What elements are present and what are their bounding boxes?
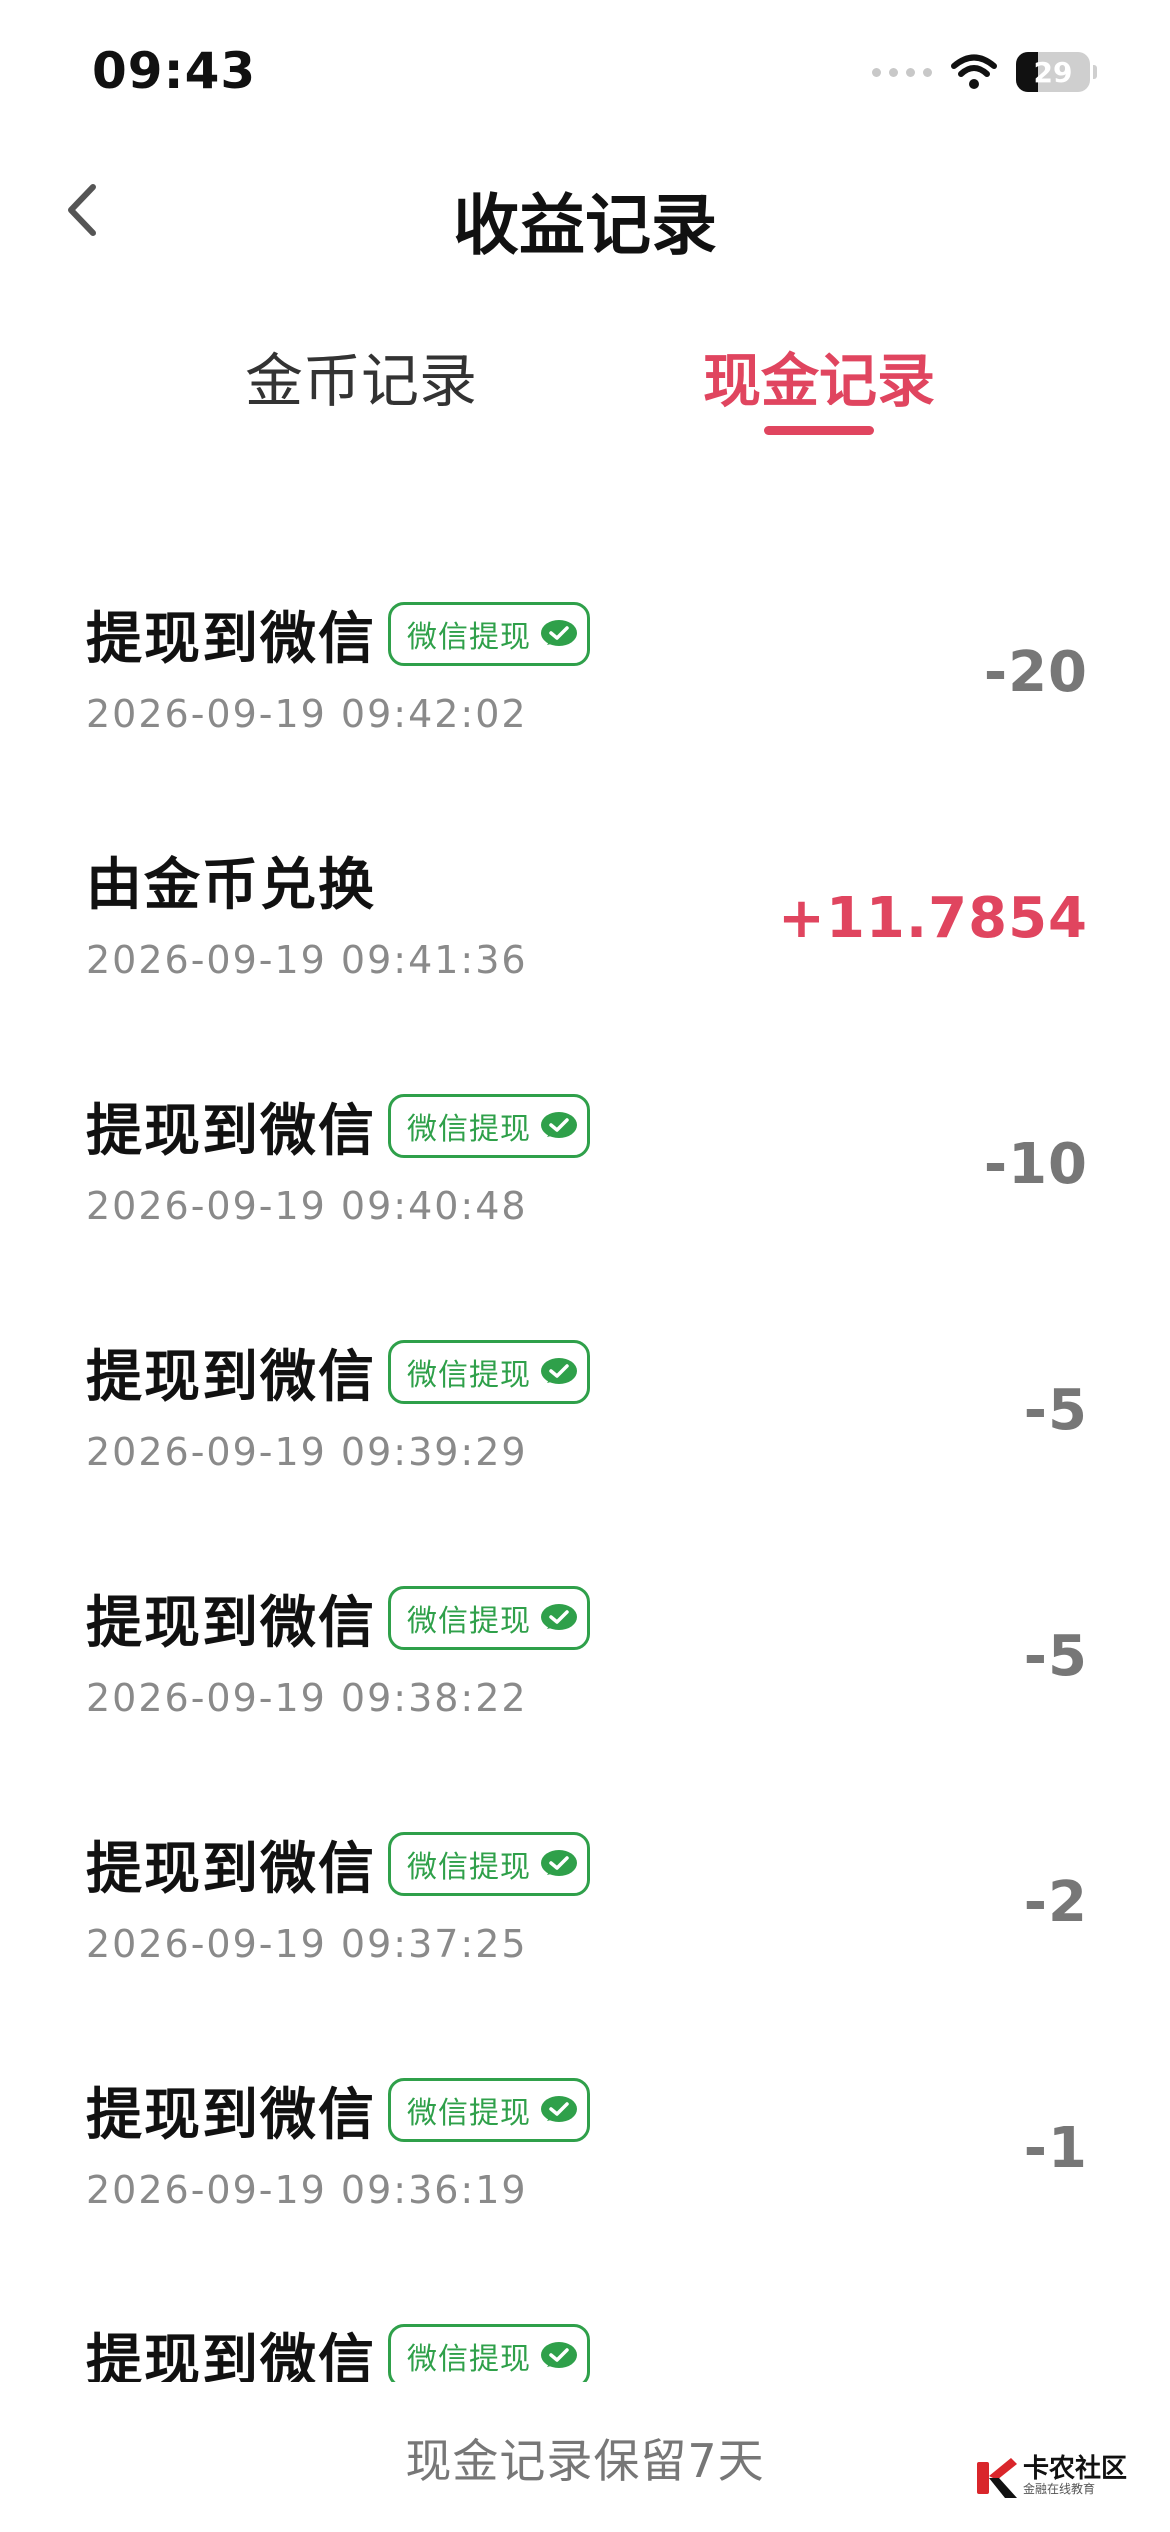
record-title: 由金币兑换	[86, 853, 376, 918]
battery-icon: 29	[1016, 52, 1097, 92]
wechat-icon	[541, 1112, 577, 1138]
active-tab-indicator	[764, 426, 874, 435]
list-item: 提现到微信 微信提现 2026-09-19 09:36:19 -1	[0, 2036, 1170, 2276]
badge-label: 微信提现	[407, 1358, 531, 1393]
record-time: 2026-09-19 09:39:29	[86, 1430, 528, 1474]
badge-label: 微信提现	[407, 1112, 531, 1147]
watermark-tagline: 金融在线教育	[1023, 2482, 1096, 2496]
wechat-icon	[541, 1850, 577, 1876]
record-amount: +11.7854	[778, 886, 1088, 951]
badge-label: 微信提现	[407, 2342, 531, 2377]
wechat-withdraw-badge: 微信提现	[388, 1586, 590, 1650]
record-time: 2026-09-19 09:37:25	[86, 1922, 528, 1966]
watermark-logo: 卡农社区 金融在线教育	[975, 2448, 1127, 2508]
list-item: 提现到微信 微信提现 2026-09-19 09:37:25 -2	[0, 1790, 1170, 2030]
record-amount: -5	[1023, 1378, 1088, 1443]
record-title: 提现到微信	[86, 1099, 376, 1164]
status-time: 09:43	[92, 42, 257, 100]
list-item: 提现到微信 微信提现 2026-09-19 09:39:29 -5	[0, 1298, 1170, 1538]
record-time: 2026-09-19 09:40:48	[86, 1184, 528, 1228]
wechat-withdraw-badge: 微信提现	[388, 602, 590, 666]
badge-label: 微信提现	[407, 1604, 531, 1639]
record-amount: -20	[983, 640, 1088, 705]
record-title: 提现到微信	[86, 2329, 376, 2382]
status-bar: 09:43 29	[0, 0, 1170, 140]
record-amount: -10	[983, 1132, 1088, 1197]
record-time: 2026-09-19 09:41:36	[86, 938, 528, 982]
record-amount: -1	[1023, 2116, 1088, 2181]
kanong-logo-icon	[977, 2458, 1017, 2498]
wechat-icon	[541, 620, 577, 646]
record-title: 提现到微信	[86, 1591, 376, 1656]
page-title: 收益记录	[453, 187, 717, 264]
tab-coin-records[interactable]: 金币记录	[245, 334, 477, 418]
list-item: 提现到微信 微信提现 2026-09-19 09:38:22 -5	[0, 1544, 1170, 1784]
record-title: 提现到微信	[86, 607, 376, 672]
wifi-icon	[951, 54, 997, 89]
signal-icon	[872, 67, 932, 77]
wechat-icon	[541, 1604, 577, 1630]
list-item: 提现到微信 微信提现 2026-09-19 09:40:48 -10	[0, 1052, 1170, 1292]
record-time: 2026-09-19 09:36:19	[86, 2168, 528, 2212]
badge-label: 微信提现	[407, 620, 531, 655]
wechat-withdraw-badge: 微信提现	[388, 2078, 590, 2142]
battery-level: 29	[1033, 55, 1073, 89]
wechat-icon	[541, 2096, 577, 2122]
list-item: 提现到微信 微信提现	[0, 2282, 1170, 2382]
record-time: 2026-09-19 09:42:02	[86, 692, 528, 736]
tab-bar: 金币记录 现金记录	[0, 320, 1170, 450]
tab-cash-records[interactable]: 现金记录	[703, 334, 935, 418]
wechat-icon	[541, 1358, 577, 1384]
wechat-withdraw-badge: 微信提现	[388, 1094, 590, 1158]
list-item: 由金币兑换 2026-09-19 09:41:36 +11.7854	[0, 806, 1170, 1046]
wechat-withdraw-badge: 微信提现	[388, 1340, 590, 1404]
record-title: 提现到微信	[86, 1345, 376, 1410]
nav-bar: 收益记录	[0, 150, 1170, 270]
record-title: 提现到微信	[86, 1837, 376, 1902]
record-time: 2026-09-19 09:38:22	[86, 1676, 528, 1720]
list-item: 提现到微信 微信提现 2026-09-19 09:42:02 -20	[0, 560, 1170, 800]
status-icons: 29	[872, 48, 1097, 96]
record-amount: -5	[1023, 1624, 1088, 1689]
records-list[interactable]: 提现到微信 微信提现 2026-09-19 09:42:02 -20 由金币兑换…	[0, 560, 1170, 2382]
record-title: 提现到微信	[86, 2083, 376, 2148]
badge-label: 微信提现	[407, 1850, 531, 1885]
wechat-icon	[541, 2342, 577, 2368]
wechat-withdraw-badge: 微信提现	[388, 2324, 590, 2382]
badge-label: 微信提现	[407, 2096, 531, 2131]
wechat-withdraw-badge: 微信提现	[388, 1832, 590, 1896]
record-amount: -2	[1023, 1870, 1088, 1935]
